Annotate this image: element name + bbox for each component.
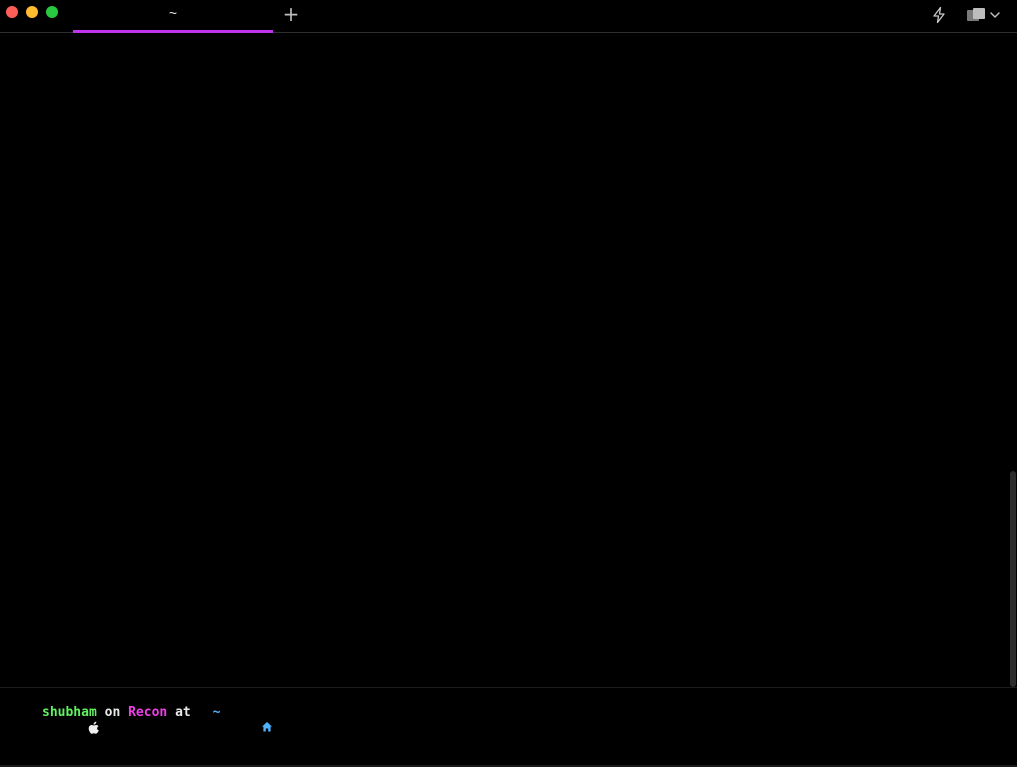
prompt-username: shubham [42, 704, 97, 720]
minimize-window-button[interactable] [26, 6, 38, 18]
new-tab-button[interactable]: + [282, 4, 300, 24]
prompt-directory: ~ [212, 704, 221, 720]
zoom-window-button[interactable] [46, 6, 58, 18]
apple-icon [25, 706, 99, 734]
scrollbar-thumb[interactable] [1010, 471, 1016, 687]
shell-prompt[interactable]: shubham on Recon at ~ [25, 703, 273, 734]
prompt-on-word: on [104, 704, 121, 720]
tab-home[interactable]: ~ [73, 0, 273, 33]
panes-icon [967, 8, 985, 21]
prompt-at-word: at [175, 704, 191, 720]
terminal-output[interactable]: shubham on Recon at ~ [0, 33, 1017, 767]
prompt-divider [0, 687, 1017, 688]
new-tab-icon: + [282, 2, 300, 26]
lightning-bolt-icon[interactable] [930, 6, 948, 24]
terminal-window: ~ + shubham on Recon at ~ [0, 0, 1017, 767]
close-window-button[interactable] [6, 6, 18, 18]
home-icon [199, 706, 273, 732]
prompt-branch: Recon [128, 704, 168, 720]
chevron-down-icon [990, 12, 1000, 18]
panes-menu-button[interactable] [966, 7, 1006, 23]
tab-label: ~ [168, 5, 178, 21]
title-bar: ~ + [0, 0, 1017, 33]
